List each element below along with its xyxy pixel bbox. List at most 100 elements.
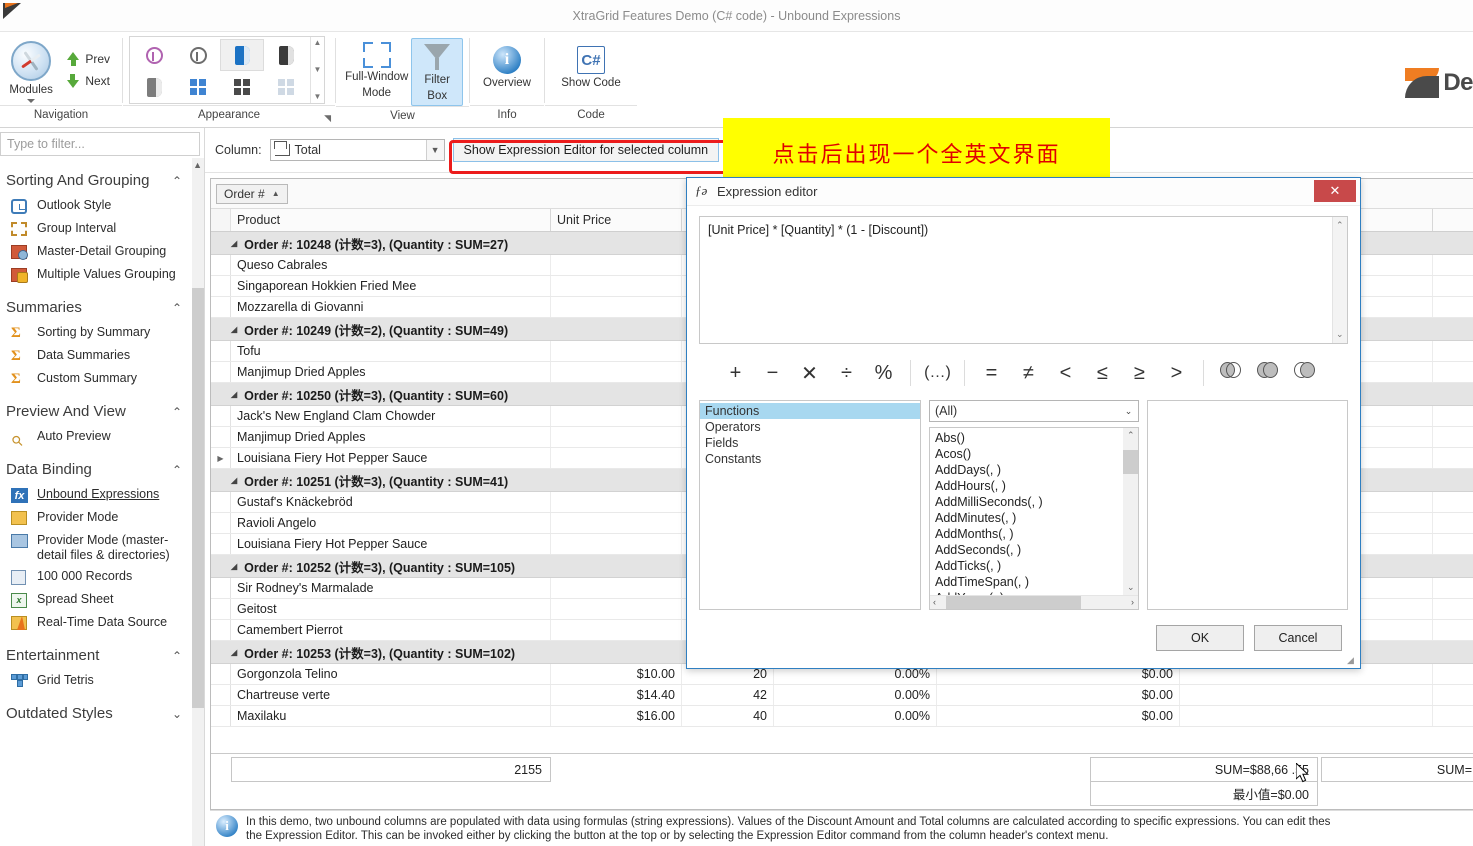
skin-swatch-6[interactable] bbox=[176, 71, 220, 103]
sidebar-section-data-binding[interactable]: Data Binding ⌃ bbox=[6, 449, 204, 484]
cell-unit-price[interactable]: $14.40 bbox=[551, 685, 682, 705]
cell-unit-price[interactable] bbox=[551, 534, 682, 554]
cell-unit-price[interactable] bbox=[551, 276, 682, 296]
category-item-operators[interactable]: Operators bbox=[700, 419, 920, 435]
function-list-item[interactable]: AddTimeSpan(, ) bbox=[935, 574, 1138, 590]
cell-product[interactable]: Maxilaku bbox=[231, 706, 551, 726]
cell-product[interactable]: Chartreuse verte bbox=[231, 685, 551, 705]
op-less-button[interactable]: < bbox=[1047, 362, 1084, 385]
chevron-up-icon[interactable]: ⌃ bbox=[172, 649, 194, 663]
scroll-up-icon[interactable]: ⌃ bbox=[1336, 220, 1344, 231]
expand-collapse-icon[interactable]: ◢ bbox=[231, 325, 237, 334]
skin-swatch-3[interactable] bbox=[220, 39, 264, 71]
sidebar-section-preview-and-view[interactable]: Preview And View ⌃ bbox=[6, 391, 204, 426]
cell-unit-price[interactable] bbox=[551, 427, 682, 447]
op-not-equal-button[interactable]: ≠ bbox=[1010, 362, 1047, 385]
op-equal-button[interactable]: = bbox=[973, 362, 1010, 385]
function-list-item[interactable]: AddTicks(, ) bbox=[935, 558, 1138, 574]
cell-discount-amount[interactable]: $0.00 bbox=[937, 685, 1180, 705]
op-parentheses-button[interactable]: (…) bbox=[919, 364, 956, 382]
cell-unit-price[interactable] bbox=[551, 362, 682, 382]
sidebar-item-sorting-by-summary[interactable]: Σ Sorting by Summary bbox=[6, 322, 204, 345]
sidebar-item-real-time-data-source[interactable]: Real-Time Data Source bbox=[6, 612, 204, 635]
op-or-button[interactable] bbox=[1249, 362, 1286, 385]
cell-product[interactable]: Ravioli Angelo bbox=[231, 513, 551, 533]
show-code-button[interactable]: C# Show Code bbox=[551, 42, 631, 90]
sidebar-item-spread-sheet[interactable]: x Spread Sheet bbox=[6, 589, 204, 612]
overview-button[interactable]: i Overview bbox=[476, 42, 538, 90]
sidebar-section-outdated-styles[interactable]: Outdated Styles ⌄ bbox=[6, 693, 204, 728]
skin-swatch-8[interactable] bbox=[264, 71, 308, 103]
sidebar-item-group-interval[interactable]: Group Interval bbox=[6, 218, 204, 241]
cancel-button[interactable]: Cancel bbox=[1254, 625, 1342, 651]
cell-product[interactable]: Louisiana Fiery Hot Pepper Sauce bbox=[231, 534, 551, 554]
chevron-up-icon[interactable]: ⌃ bbox=[172, 463, 194, 477]
cell-unit-price[interactable] bbox=[551, 492, 682, 512]
op-not-button[interactable] bbox=[1286, 362, 1323, 385]
op-multiply-button[interactable]: ✕ bbox=[791, 361, 828, 386]
chevron-down-icon[interactable]: ▼ bbox=[426, 140, 444, 160]
sidebar-item-provider-mode[interactable]: Provider Mode bbox=[6, 507, 204, 530]
table-row[interactable]: Chartreuse verte$14.40420.00%$0.00 bbox=[211, 685, 1473, 706]
cell-product[interactable]: Louisiana Fiery Hot Pepper Sauce bbox=[231, 448, 551, 468]
function-list-item[interactable]: AddMinutes(, ) bbox=[935, 510, 1138, 526]
dialog-launcher-icon[interactable]: ◥ bbox=[324, 113, 331, 124]
op-divide-button[interactable]: ÷ bbox=[828, 362, 865, 385]
cell-unit-price[interactable] bbox=[551, 341, 682, 361]
sidebar-item-custom-summary[interactable]: Σ Custom Summary bbox=[6, 368, 204, 391]
sidebar-item-unbound-expressions[interactable]: fx Unbound Expressions bbox=[6, 484, 204, 507]
op-minus-button[interactable]: − bbox=[754, 362, 791, 385]
ok-button[interactable]: OK bbox=[1156, 625, 1244, 651]
sidebar-section-summaries[interactable]: Summaries ⌃ bbox=[6, 287, 204, 322]
op-greater-button[interactable]: > bbox=[1158, 362, 1195, 385]
scroll-up-icon[interactable]: ▲ bbox=[314, 39, 322, 47]
function-filter-select[interactable]: (All) ⌄ bbox=[929, 400, 1139, 422]
sidebar-scrollbar[interactable]: ▲ bbox=[192, 158, 204, 846]
expand-collapse-icon[interactable]: ◢ bbox=[231, 239, 237, 248]
table-row[interactable]: Maxilaku$16.00400.00%$0.00 bbox=[211, 706, 1473, 727]
category-item-constants[interactable]: Constants bbox=[700, 451, 920, 467]
cell-discount-amount[interactable]: $0.00 bbox=[937, 706, 1180, 726]
cell-product[interactable]: Gorgonzola Telino bbox=[231, 664, 551, 684]
modules-button[interactable]: Modules bbox=[6, 37, 56, 103]
prev-button[interactable]: Prev bbox=[60, 48, 116, 70]
cell-product[interactable]: Sir Rodney's Marmalade bbox=[231, 578, 551, 598]
cell-product[interactable]: Singaporean Hokkien Fried Mee bbox=[231, 276, 551, 296]
chevron-down-icon[interactable]: ⌄ bbox=[1119, 401, 1138, 421]
cell-unit-price[interactable] bbox=[551, 620, 682, 640]
expand-collapse-icon[interactable]: ◢ bbox=[231, 476, 237, 485]
expression-input[interactable]: [Unit Price] * [Quantity] * (1 - [Discou… bbox=[699, 216, 1348, 344]
op-percent-button[interactable]: % bbox=[865, 362, 902, 385]
cell-product[interactable]: Manjimup Dried Apples bbox=[231, 427, 551, 447]
cell-product[interactable]: Gustaf's Knäckebröd bbox=[231, 492, 551, 512]
scroll-down-icon[interactable]: ⌄ bbox=[1127, 582, 1135, 593]
sidebar-item-master-detail-grouping[interactable]: Master-Detail Grouping bbox=[6, 241, 204, 264]
function-list-vscrollbar[interactable]: ⌃ ⌄ bbox=[1123, 428, 1138, 595]
chevron-up-icon[interactable]: ⌃ bbox=[172, 174, 194, 188]
scroll-down-icon[interactable]: ⌄ bbox=[1336, 329, 1344, 340]
cell-product[interactable]: Manjimup Dried Apples bbox=[231, 362, 551, 382]
skin-swatch-7[interactable] bbox=[220, 71, 264, 103]
cell-quantity[interactable]: 42 bbox=[682, 685, 774, 705]
sidebar-item-outlook-style[interactable]: Outlook Style bbox=[6, 195, 204, 218]
function-list-item[interactable]: AddSeconds(, ) bbox=[935, 542, 1138, 558]
scroll-right-icon[interactable]: › bbox=[1131, 597, 1134, 607]
cell-product[interactable]: Tofu bbox=[231, 341, 551, 361]
column-header-product[interactable]: Product bbox=[231, 209, 551, 231]
sidebar-item-data-summaries[interactable]: Σ Data Summaries bbox=[6, 345, 204, 368]
skin-swatch-4[interactable] bbox=[264, 39, 308, 71]
function-list[interactable]: Abs()Acos()AddDays(, )AddHours(, )AddMil… bbox=[929, 427, 1139, 610]
close-icon[interactable]: ✕ bbox=[1314, 180, 1356, 202]
op-greater-equal-button[interactable]: ≥ bbox=[1121, 362, 1158, 385]
chevron-down-icon[interactable]: ⌄ bbox=[172, 707, 194, 721]
scroll-down-icon[interactable]: ▼ bbox=[314, 66, 322, 74]
hscroll-thumb[interactable] bbox=[946, 596, 1081, 610]
gallery-scrollbar[interactable]: ▲ ▼ ▼ bbox=[310, 37, 324, 103]
op-less-equal-button[interactable]: ≤ bbox=[1084, 362, 1121, 385]
column-select[interactable]: Total ▼ bbox=[270, 139, 445, 161]
sidebar-item-auto-preview[interactable]: ⚲ Auto Preview bbox=[6, 426, 204, 449]
skin-swatch-2[interactable] bbox=[176, 39, 220, 71]
cell-unit-price[interactable] bbox=[551, 255, 682, 275]
category-item-functions[interactable]: Functions bbox=[700, 403, 920, 419]
sort-ascending-icon[interactable]: ▲ bbox=[272, 189, 280, 198]
